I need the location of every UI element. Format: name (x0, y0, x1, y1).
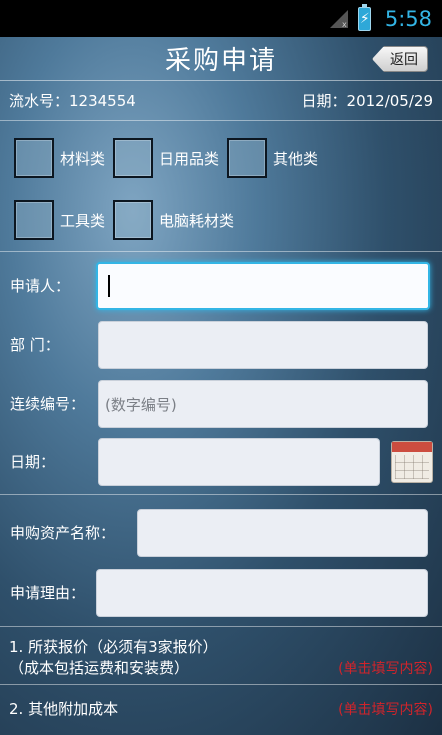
text-caret (108, 275, 110, 297)
category-label: 其他类 (273, 149, 319, 168)
department-input[interactable] (98, 321, 428, 369)
app-screen: 采购申请 返回 流水号：1234554 日期：2012/05/29 材料类 日用… (0, 37, 442, 735)
category-label: 工具类 (60, 211, 106, 230)
reason-input[interactable] (96, 569, 428, 617)
quote-item-2-hint[interactable]: (单击填写内容) (338, 699, 433, 719)
checkbox-daily[interactable] (113, 138, 154, 178)
checkbox-computer-supplies[interactable] (113, 200, 154, 240)
serial-no-placeholder: (数字编号) (105, 395, 177, 414)
asset-name-row: 申购资产名称： (0, 509, 442, 557)
category-section: 材料类 日用品类 其他类 工具类 电脑耗材类 (0, 121, 442, 252)
quote-item-1-title: 1. 所获报价（必须有3家报价） (9, 638, 218, 656)
status-clock: 5:58 (384, 6, 432, 31)
reason-label: 申请理由： (10, 584, 86, 602)
department-label: 部 门： (10, 336, 60, 354)
applicant-form: 申请人： 部 门： 连续编号： (数字编号) 日期： (0, 252, 442, 495)
back-button[interactable]: 返回 (372, 46, 428, 72)
serial-no-row: 连续编号： (数字编号) (0, 380, 442, 428)
category-computer-supplies[interactable]: 电脑耗材类 (113, 200, 234, 240)
checkbox-other[interactable] (227, 138, 268, 178)
quote-item-2[interactable]: 2. 其他附加成本 (单击填写内容) (0, 685, 442, 735)
quote-item-1[interactable]: 1. 所获报价（必须有3家报价） （成本包括运费和安装费） (单击填写内容) (0, 627, 442, 685)
category-label: 电脑耗材类 (159, 211, 235, 230)
category-daily[interactable]: 日用品类 (113, 138, 219, 178)
page-title: 采购申请 (164, 46, 277, 76)
status-bar: x ⚡ 5:58 (0, 0, 442, 37)
serial-number-text: 流水号：1234554 (9, 92, 136, 110)
applicant-input[interactable] (96, 262, 430, 310)
applicant-row: 申请人： (0, 262, 442, 310)
svg-text:x: x (342, 20, 347, 29)
battery-charging-icon: ⚡ (357, 3, 371, 31)
asset-form: 申购资产名称： 申请理由： (0, 495, 442, 627)
checkbox-material[interactable] (14, 138, 54, 178)
category-row-1: 材料类 日用品类 其他类 (14, 138, 326, 178)
title-bar: 采购申请 返回 (0, 37, 442, 81)
calendar-icon[interactable] (391, 441, 433, 483)
category-material[interactable]: 材料类 (14, 138, 105, 178)
reason-row: 申请理由： (0, 569, 442, 617)
date-input[interactable] (98, 438, 380, 486)
category-label: 材料类 (60, 149, 106, 168)
category-tools[interactable]: 工具类 (14, 200, 105, 240)
date-text: 日期：2012/05/29 (301, 92, 433, 110)
serial-no-label: 连续编号： (10, 395, 86, 413)
checkbox-tools[interactable] (14, 200, 54, 240)
category-label: 日用品类 (159, 149, 220, 168)
asset-name-input[interactable] (137, 509, 428, 557)
department-row: 部 门： (0, 321, 442, 369)
asset-name-label: 申购资产名称： (10, 524, 116, 542)
signal-icon: x (329, 9, 348, 29)
info-row: 流水号：1234554 日期：2012/05/29 (0, 81, 442, 121)
applicant-label: 申请人： (10, 277, 71, 295)
category-other[interactable]: 其他类 (227, 138, 318, 178)
category-row-2: 工具类 电脑耗材类 (14, 200, 242, 240)
serial-no-input[interactable]: (数字编号) (98, 380, 428, 428)
quote-item-1-hint[interactable]: (单击填写内容) (338, 658, 433, 678)
quote-item-2-title: 2. 其他附加成本 (9, 700, 119, 718)
date-label: 日期： (10, 453, 56, 471)
quote-item-1-subtitle: （成本包括运费和安装费） (9, 659, 190, 677)
date-row: 日期： (0, 438, 442, 486)
